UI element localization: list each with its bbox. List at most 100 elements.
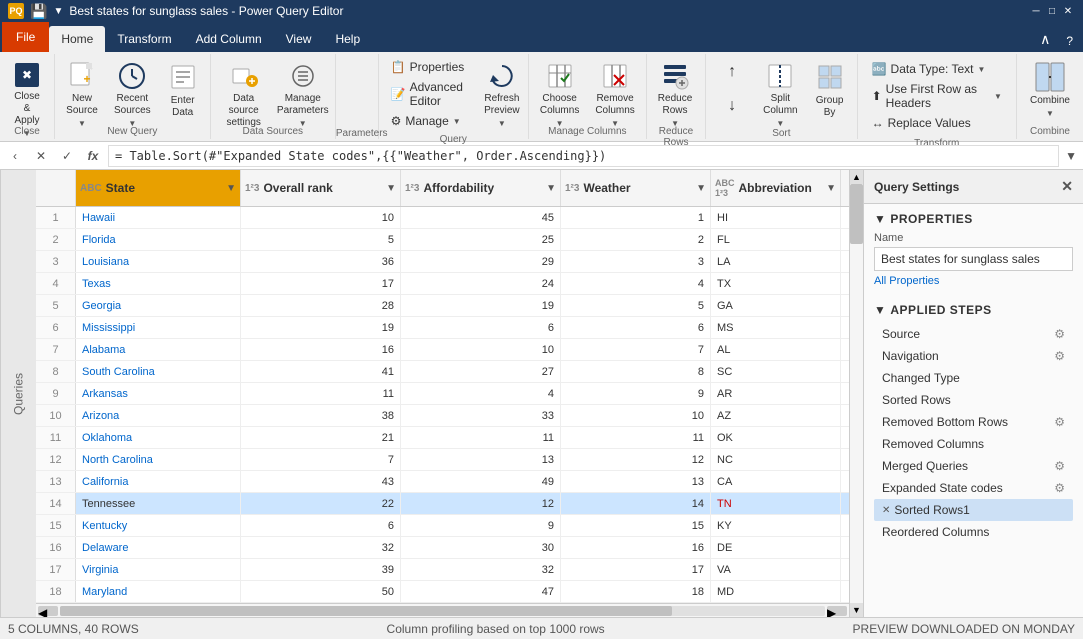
tab-view[interactable]: View	[274, 26, 324, 52]
applied-step[interactable]: Removed Columns	[874, 433, 1073, 455]
split-column-button[interactable]: SplitColumn ▼	[756, 56, 804, 124]
tab-help[interactable]: Help	[323, 26, 372, 52]
step-gear-icon[interactable]: ⚙	[1054, 459, 1065, 473]
table-row[interactable]: 12 North Carolina 7 13 12 NC	[36, 449, 849, 471]
overall-filter-button[interactable]: ▼	[386, 183, 396, 194]
new-source-button[interactable]: + NewSource ▼	[59, 56, 105, 124]
tab-add-column[interactable]: Add Column	[184, 26, 274, 52]
table-row[interactable]: 2 Florida 5 25 2 FL	[36, 229, 849, 251]
table-row[interactable]: 1 Hawaii 10 45 1 HI	[36, 207, 849, 229]
reduce-rows-button[interactable]: ReduceRows ▼	[651, 56, 699, 124]
col-header-overall[interactable]: 1²3 Overall rank ▼	[241, 170, 401, 206]
table-row[interactable]: 9 Arkansas 11 4 9 AR	[36, 383, 849, 405]
data-type-dropdown[interactable]: ▼	[978, 65, 986, 74]
properties-expand-icon[interactable]: ▼	[874, 212, 886, 226]
refresh-preview-button[interactable]: RefreshPreview ▼	[480, 56, 524, 124]
table-row[interactable]: 6 Mississippi 19 6 6 MS	[36, 317, 849, 339]
quick-access-arrow[interactable]: ▼	[53, 6, 63, 17]
query-settings-close-button[interactable]: ✕	[1061, 178, 1073, 195]
nav-back-button[interactable]: ‹	[4, 145, 26, 167]
applied-step[interactable]: Merged Queries⚙	[874, 455, 1073, 477]
table-row[interactable]: 15 Kentucky 6 9 15 KY	[36, 515, 849, 537]
table-row[interactable]: 5 Georgia 28 19 5 GA	[36, 295, 849, 317]
minimize-button[interactable]: ─	[1029, 4, 1043, 18]
table-row[interactable]: 14 Tennessee 22 12 14 TN	[36, 493, 849, 515]
manage-query-button[interactable]: ⚙ Manage ▼	[387, 112, 474, 130]
applied-step[interactable]: Sorted Rows	[874, 389, 1073, 411]
grid-scroll-h[interactable]: ◀ ▶	[36, 603, 849, 617]
vertical-scrollbar[interactable]: ▲ ▼	[849, 170, 863, 617]
scroll-left-button[interactable]: ◀	[38, 606, 58, 616]
step-gear-icon[interactable]: ⚙	[1054, 349, 1065, 363]
use-first-row-button[interactable]: ⬆ Use First Row as Headers ▼	[868, 80, 1006, 112]
h-scroll-track[interactable]	[60, 606, 825, 616]
table-row[interactable]: 11 Oklahoma 21 11 11 OK	[36, 427, 849, 449]
confirm-formula-button[interactable]: ✓	[56, 145, 78, 167]
scroll-right-button[interactable]: ▶	[827, 606, 847, 616]
table-row[interactable]: 7 Alabama 16 10 7 AL	[36, 339, 849, 361]
col-header-afford[interactable]: 1²3 Affordability ▼	[401, 170, 561, 206]
table-row[interactable]: 4 Texas 17 24 4 TX	[36, 273, 849, 295]
enter-data-button[interactable]: EnterData	[160, 56, 206, 124]
ribbon-collapse-button[interactable]: ∧	[1032, 27, 1058, 52]
scroll-track[interactable]	[850, 184, 863, 603]
data-source-settings-button[interactable]: Data sourcesettings	[215, 56, 273, 124]
refresh-preview-dropdown[interactable]: ▼	[498, 119, 506, 128]
col-header-abbr[interactable]: ABC1²3 Abbreviation ▼	[711, 170, 841, 206]
maximize-button[interactable]: □	[1045, 4, 1059, 18]
advanced-editor-button[interactable]: 📝 Advanced Editor	[387, 78, 474, 110]
combine-dropdown[interactable]: ▼	[1046, 109, 1054, 118]
col-header-state[interactable]: ABC State ▼	[76, 170, 241, 206]
step-gear-icon[interactable]: ⚙	[1054, 327, 1065, 341]
sort-descending-button[interactable]: ↓	[712, 92, 752, 124]
recent-sources-button[interactable]: RecentSources ▼	[107, 56, 158, 124]
table-row[interactable]: 17 Virginia 39 32 17 VA	[36, 559, 849, 581]
manage-query-dropdown[interactable]: ▼	[453, 117, 461, 126]
applied-steps-expand-icon[interactable]: ▼	[874, 303, 886, 317]
sort-ascending-button[interactable]: ↑	[712, 58, 752, 90]
applied-step[interactable]: Navigation⚙	[874, 345, 1073, 367]
all-properties-link[interactable]: All Properties	[874, 275, 1073, 287]
table-row[interactable]: 13 California 43 49 13 CA	[36, 471, 849, 493]
manage-parameters-button[interactable]: ManageParameters ▼	[275, 56, 331, 124]
scroll-down-button[interactable]: ▼	[850, 603, 863, 617]
applied-step[interactable]: ✕Sorted Rows1	[874, 499, 1073, 521]
formula-input[interactable]	[108, 145, 1059, 167]
applied-step[interactable]: Changed Type	[874, 367, 1073, 389]
state-filter-button[interactable]: ▼	[226, 183, 236, 194]
table-row[interactable]: 16 Delaware 32 30 16 DE	[36, 537, 849, 559]
replace-values-button[interactable]: ↔ Replace Values	[868, 114, 1006, 132]
applied-step[interactable]: Removed Bottom Rows⚙	[874, 411, 1073, 433]
abbr-filter-button[interactable]: ▼	[826, 183, 836, 194]
tab-home[interactable]: Home	[49, 26, 105, 52]
table-row[interactable]: 8 South Carolina 41 27 8 SC	[36, 361, 849, 383]
applied-step[interactable]: Expanded State codes⚙	[874, 477, 1073, 499]
remove-columns-button[interactable]: RemoveColumns ▼	[588, 56, 641, 124]
data-type-button[interactable]: 🔤 Data Type: Text ▼	[868, 60, 1006, 78]
tab-transform[interactable]: Transform	[105, 26, 183, 52]
tab-file[interactable]: File	[2, 22, 49, 52]
cancel-formula-button[interactable]: ✕	[30, 145, 52, 167]
query-name-input[interactable]	[874, 247, 1073, 271]
help-icon[interactable]: ?	[1058, 30, 1081, 52]
properties-button[interactable]: 📋 Properties	[387, 58, 474, 76]
weather-filter-button[interactable]: ▼	[696, 183, 706, 194]
scroll-up-button[interactable]: ▲	[850, 170, 863, 184]
scroll-thumb[interactable]	[850, 184, 863, 244]
applied-step[interactable]: Reordered Columns	[874, 521, 1073, 543]
applied-step[interactable]: Source⚙	[874, 323, 1073, 345]
h-scroll-thumb[interactable]	[60, 606, 672, 616]
col-header-weather[interactable]: 1²3 Weather ▼	[561, 170, 711, 206]
choose-columns-button[interactable]: ChooseColumns ▼	[533, 56, 586, 124]
table-row[interactable]: 18 Maryland 50 47 18 MD	[36, 581, 849, 603]
quick-access-save[interactable]: 💾	[30, 3, 47, 20]
group-by-button[interactable]: GroupBy	[807, 56, 853, 124]
step-gear-icon[interactable]: ⚙	[1054, 415, 1065, 429]
formula-expand-button[interactable]: ▼	[1063, 147, 1079, 165]
table-row[interactable]: 3 Louisiana 36 29 3 LA	[36, 251, 849, 273]
close-button[interactable]: ✕	[1061, 4, 1075, 18]
close-apply-button[interactable]: ✖ Close &Apply ▼	[4, 56, 50, 124]
use-first-row-dropdown[interactable]: ▼	[994, 92, 1002, 101]
afford-filter-button[interactable]: ▼	[546, 183, 556, 194]
step-gear-icon[interactable]: ⚙	[1054, 481, 1065, 495]
